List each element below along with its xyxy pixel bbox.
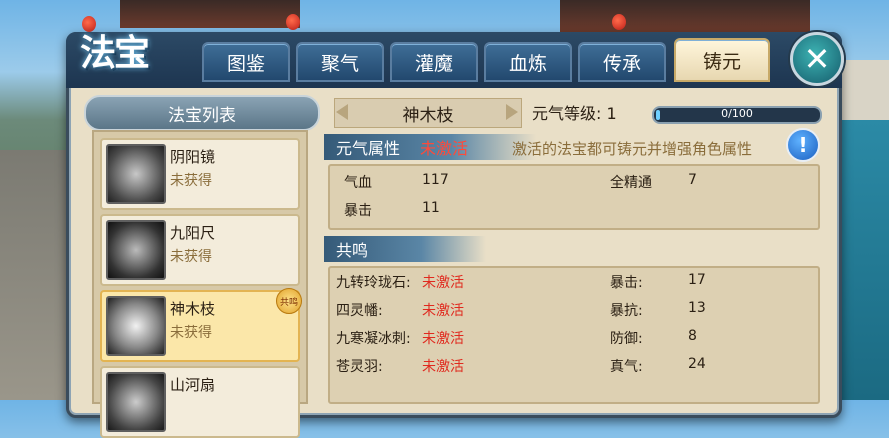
resonance-stat-value: 13 xyxy=(688,300,706,316)
resonance-stat-label: 暴抗: xyxy=(610,303,643,319)
treasure-name: 神木枝 xyxy=(334,98,522,128)
item-name: 神木枝 xyxy=(170,300,216,318)
tab-infuse[interactable]: 灌魔 xyxy=(390,42,478,82)
progress-text: 0/100 xyxy=(721,107,753,120)
resonance-label: 九转玲珑石: xyxy=(336,275,411,291)
resonance-label: 四灵幡: xyxy=(336,303,383,319)
lantern xyxy=(286,14,300,30)
resonance-stat-value: 17 xyxy=(688,272,706,288)
nine-sun-ruler-icon xyxy=(106,220,166,280)
resonance-state: 未激活 xyxy=(422,331,464,347)
resonance-stat-label: 防御: xyxy=(610,331,643,347)
tab-blood-refine[interactable]: 血炼 xyxy=(484,42,572,82)
info-icon: ! xyxy=(798,133,808,157)
resonance-label: 九寒凝冰刺: xyxy=(336,331,411,347)
resonance-stat-label: 暴击: xyxy=(610,275,643,291)
attr-section-state: 未激活 xyxy=(420,139,469,158)
close-button[interactable]: ✕ xyxy=(790,32,844,86)
resonance-section-title: 共鸣 xyxy=(336,241,369,260)
list-item[interactable]: 山河扇 xyxy=(100,366,300,438)
yin-yang-mirror-icon xyxy=(106,144,166,204)
treasure-list-header: 法宝列表 xyxy=(84,95,320,131)
prev-arrow-icon[interactable] xyxy=(336,104,348,120)
attr-label: 气血 xyxy=(344,175,372,191)
mountain-river-fan-icon xyxy=(106,372,166,432)
resonance-label: 苍灵羽: xyxy=(336,359,383,375)
attr-label: 暴击 xyxy=(344,203,372,219)
list-item[interactable]: 阴阳镜 未获得 xyxy=(100,138,300,210)
tab-gather-qi[interactable]: 聚气 xyxy=(296,42,384,82)
attr-value: 7 xyxy=(688,172,697,188)
tab-inherit[interactable]: 传承 xyxy=(578,42,666,82)
ground xyxy=(0,150,70,400)
list-item-selected[interactable]: 神木枝 未获得 xyxy=(100,290,300,362)
divine-wood-branch-icon xyxy=(106,296,166,356)
attr-section-header: 元气属性 未激活 xyxy=(324,134,536,160)
next-arrow-icon[interactable] xyxy=(506,104,518,120)
resonance-state: 未激活 xyxy=(422,359,464,375)
qi-level: 元气等级: 1 xyxy=(532,104,617,123)
tab-cast-origin[interactable]: 铸元 xyxy=(674,38,770,82)
attr-hint: 激活的法宝都可铸元并增强角色属性 xyxy=(512,140,753,158)
tab-atlas[interactable]: 图鉴 xyxy=(202,42,290,82)
lantern xyxy=(612,14,626,30)
attr-label: 全精通 xyxy=(610,175,652,191)
item-name: 山河扇 xyxy=(170,376,216,394)
qi-progress-bar: 0/100 xyxy=(652,106,822,124)
resonance-section-header: 共鸣 xyxy=(324,236,486,262)
attr-section-title: 元气属性 xyxy=(336,139,401,158)
item-status: 未获得 xyxy=(170,249,212,265)
attr-value: 11 xyxy=(422,200,440,216)
panel-title: 法宝 xyxy=(80,32,150,74)
resonance-state: 未激活 xyxy=(422,275,464,291)
resonance-stat-value: 8 xyxy=(688,328,697,344)
item-name: 九阳尺 xyxy=(170,224,216,242)
item-status: 未获得 xyxy=(170,325,212,341)
attr-value: 117 xyxy=(422,172,449,188)
resonance-state: 未激活 xyxy=(422,303,464,319)
resonance-stat-value: 24 xyxy=(688,356,706,372)
item-status: 未获得 xyxy=(170,173,212,189)
list-item[interactable]: 九阳尺 未获得 xyxy=(100,214,300,286)
info-button[interactable]: ! xyxy=(786,128,820,162)
resonance-stat-label: 真气: xyxy=(610,359,643,375)
attr-box xyxy=(328,164,820,230)
close-icon: ✕ xyxy=(803,40,831,78)
building-roof xyxy=(560,0,810,32)
item-name: 阴阳镜 xyxy=(170,148,216,166)
resonance-badge: 共鸣 xyxy=(276,288,302,314)
